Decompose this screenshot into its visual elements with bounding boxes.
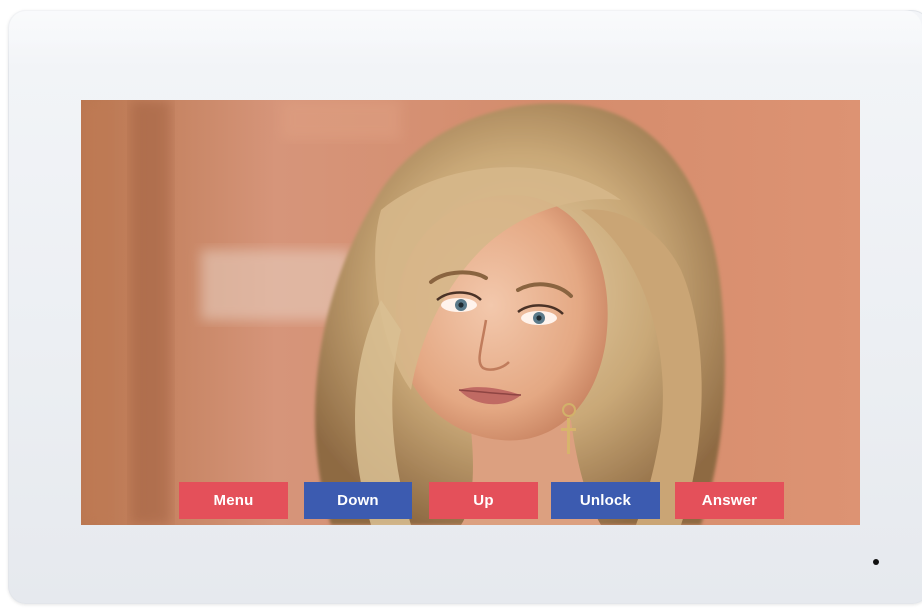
unlock-button[interactable]: Unlock <box>551 482 660 519</box>
menu-button[interactable]: Menu <box>179 482 288 519</box>
status-led-icon <box>873 559 879 565</box>
answer-button[interactable]: Answer <box>675 482 784 519</box>
down-button[interactable]: Down <box>304 482 412 519</box>
up-button[interactable]: Up <box>429 482 538 519</box>
bezel-highlight <box>8 10 922 70</box>
camera-view-image <box>81 100 860 525</box>
video-feed-screen <box>81 100 860 525</box>
